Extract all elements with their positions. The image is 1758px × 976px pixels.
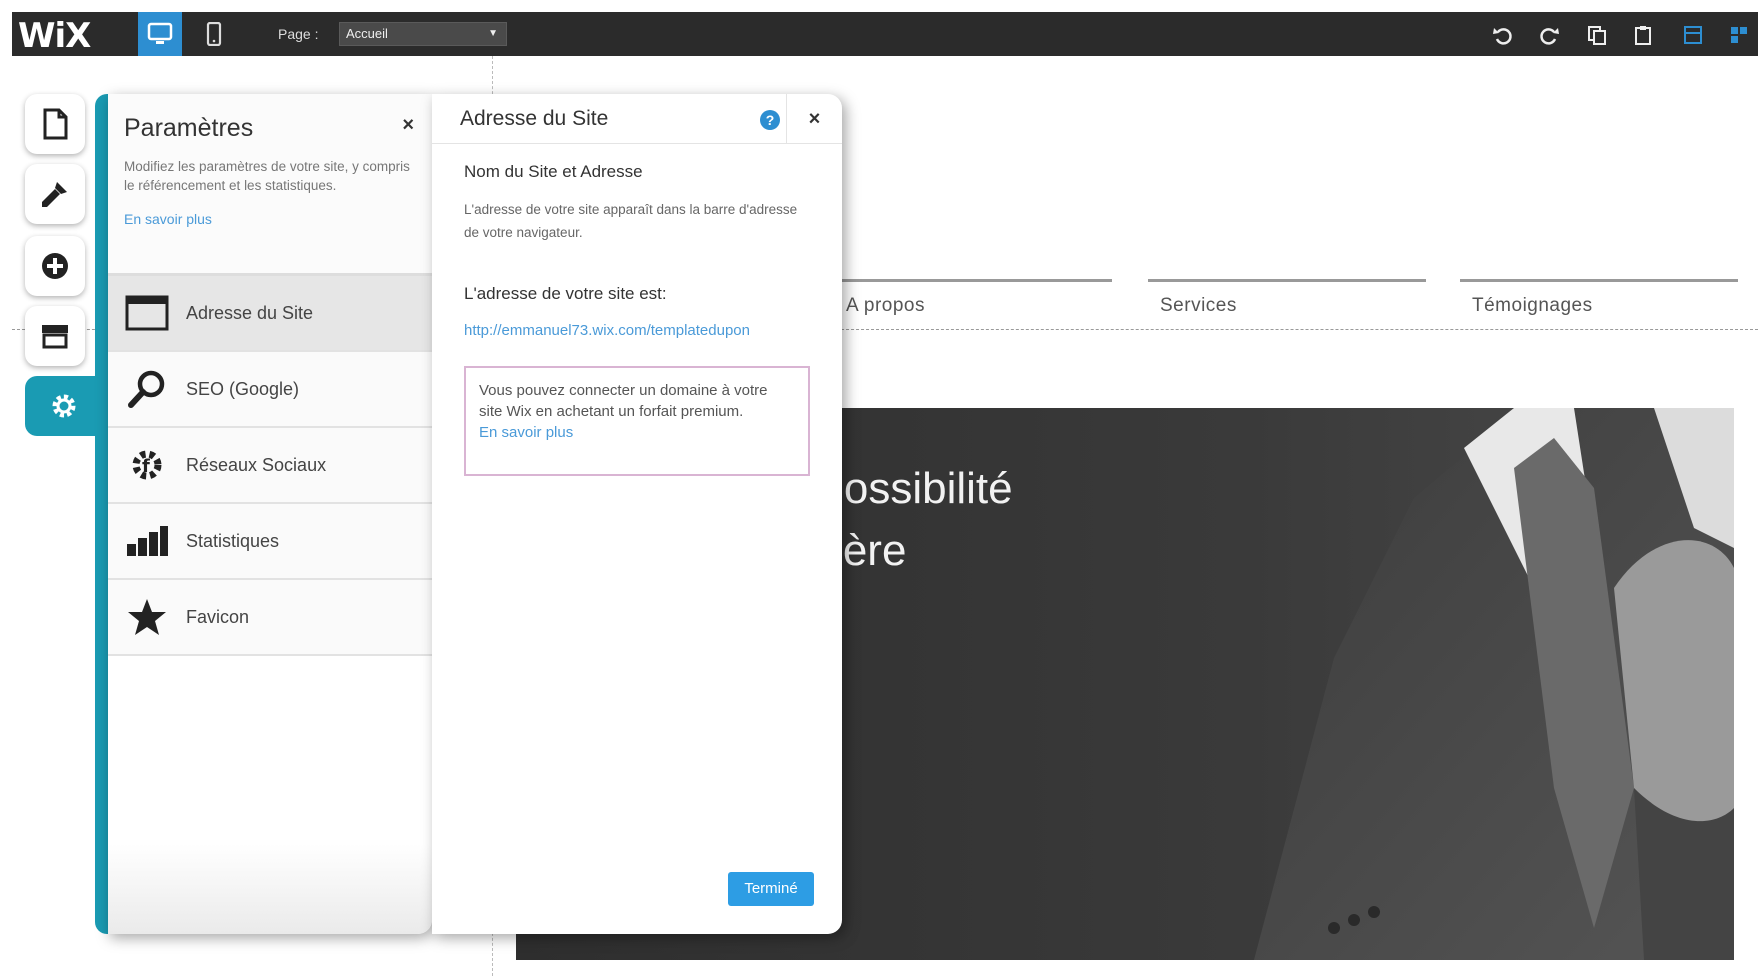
site-name-section-title: Nom du Site et Adresse [464,162,643,181]
left-rail [25,94,103,436]
desktop-icon [147,22,173,44]
page-select[interactable]: Accueil ▼ [339,22,507,46]
top-toolbar: WiX Page : Accueil ▼ [12,12,1758,56]
site-address-close-button[interactable]: × [786,94,842,144]
page-label: Page : [278,26,319,42]
settings-item-label: SEO (Google) [186,378,300,399]
nav-underline [1460,279,1738,282]
settings-item-label: Adresse du Site [186,302,314,323]
settings-item-favicon[interactable]: Favicon [108,580,432,656]
page-icon [43,108,68,140]
paste-button[interactable] [1628,20,1658,50]
settings-item-label: Réseaux Sociaux [186,454,327,475]
svg-text:f: f [142,456,150,477]
settings-panel-title: Paramètres [124,114,254,142]
plus-circle-icon [42,253,68,279]
brush-icon [42,182,67,207]
undo-button[interactable] [1488,20,1518,50]
rail-store-button[interactable] [25,306,85,366]
site-url-label: L'adresse de votre site est: [464,284,667,303]
settings-learn-more-link[interactable]: En savoir plus [124,211,416,227]
settings-item-seo[interactable]: SEO (Google) [108,352,432,428]
help-icon[interactable]: ? [760,110,780,130]
layout-button[interactable] [1678,20,1708,50]
rail-settings-button[interactable] [25,376,103,436]
mobile-view-button[interactable] [192,12,236,56]
layout-icon [1684,26,1702,44]
copy-button[interactable] [1582,20,1612,50]
grid-icon [1731,27,1747,43]
search-icon [124,366,170,412]
store-icon [42,325,68,349]
settings-item-social[interactable]: f Réseaux Sociaux [108,428,432,504]
site-url-link[interactable]: http://emmanuel73.wix.com/templatedupon [464,322,824,339]
notice-learn-more-link[interactable]: En savoir plus [479,422,795,443]
redo-icon [1540,28,1559,45]
panel-accent-strip [95,94,109,934]
bar-chart-icon [124,518,170,564]
site-address-title: Adresse du Site [460,107,609,130]
settings-close-button[interactable]: × [402,114,414,137]
wix-logo: WiX [18,16,91,56]
notice-text: Vous pouvez connecter un domaine à votre… [479,382,768,420]
wix-editor: WiX Page : Accueil ▼ A propos Services T… [0,0,1758,976]
chevron-down-icon: ▼ [488,28,498,39]
undo-icon [1493,28,1512,45]
mobile-icon [206,22,222,46]
page-select-value: Accueil [346,26,388,41]
gear-icon [52,394,76,418]
settings-item-statistics[interactable]: Statistiques [108,504,432,580]
settings-panel: Paramètres × Modifiez les paramètres de … [108,94,432,934]
paste-icon [1635,26,1651,45]
done-button[interactable]: Terminé [728,872,814,906]
site-address-header: Adresse du Site ? × [432,94,842,144]
settings-panel-header: Paramètres × Modifiez les paramètres de … [108,94,432,276]
rail-pages-button[interactable] [25,94,85,154]
settings-panel-description: Modifiez les paramètres de votre site, y… [124,159,410,193]
rail-design-button[interactable] [25,164,85,224]
site-nav-services[interactable]: Services [1160,295,1237,317]
star-icon [124,594,170,640]
settings-panel-footer [108,844,432,934]
site-address-description: L'adresse de votre site apparaît dans la… [464,202,798,240]
grid-button[interactable] [1724,20,1754,50]
site-nav-temoignages[interactable]: Témoignages [1472,295,1593,317]
redo-button[interactable] [1534,20,1564,50]
nav-underline [1148,279,1426,282]
premium-domain-notice: Vous pouvez connecter un domaine à votre… [464,366,810,476]
rail-add-button[interactable] [25,236,85,296]
browser-window-icon [124,290,170,336]
copy-icon [1588,26,1606,45]
site-address-panel: Adresse du Site ? × Nom du Site et Adres… [432,94,842,934]
settings-item-label: Favicon [186,606,250,627]
nav-underline [820,279,1112,282]
settings-item-site-address[interactable]: Adresse du Site [108,276,432,352]
desktop-view-button[interactable] [138,12,182,56]
social-gear-icon: f [124,442,170,488]
settings-item-label: Statistiques [186,530,280,551]
site-nav-apropos[interactable]: A propos [846,295,925,317]
